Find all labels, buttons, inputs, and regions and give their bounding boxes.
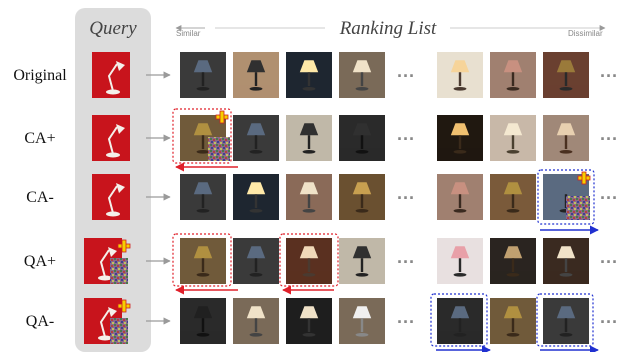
- query-thumbnail: [92, 115, 130, 161]
- ranked-image-2: [233, 52, 279, 98]
- ranked-image-4: [339, 238, 385, 284]
- ranked-image-1: [180, 238, 226, 284]
- query-thumbnail: [92, 174, 130, 220]
- ellipsis-end: ···: [600, 66, 618, 86]
- similar-label: Similar: [176, 29, 201, 38]
- ranked-image-4: [339, 52, 385, 98]
- noise-patch: [208, 137, 230, 161]
- ranked-image-6: [490, 174, 536, 220]
- ellipsis-end: ···: [600, 252, 618, 272]
- ellipsis-end: ···: [600, 312, 618, 332]
- ranked-image-1: [180, 298, 226, 344]
- ranked-image-3: [286, 174, 332, 220]
- ranked-image-5: [437, 174, 483, 220]
- ranked-image-6: [490, 115, 536, 161]
- ranked-image-6: [490, 298, 536, 344]
- ranked-image-6: [490, 52, 536, 98]
- row-label: CA-: [26, 189, 54, 206]
- row-label: QA-: [26, 313, 54, 330]
- row-label: CA+: [24, 130, 55, 147]
- row-label: QA+: [24, 253, 56, 270]
- ranked-image-2: [233, 115, 279, 161]
- ranked-image-7: [543, 115, 589, 161]
- dissimilar-label: Dissimilar: [568, 29, 603, 38]
- row-caplus: CA+ ··· ···: [24, 115, 618, 161]
- ranked-image-5: [437, 115, 483, 161]
- ellipsis: ···: [397, 188, 415, 208]
- row-original: Original ··· ···: [13, 52, 618, 98]
- ranked-image-6: [490, 238, 536, 284]
- ranked-image-5: [437, 238, 483, 284]
- ellipsis: ···: [397, 312, 415, 332]
- ranked-image-7: [543, 238, 589, 284]
- ellipsis-end: ···: [600, 188, 618, 208]
- ranked-image-4: [339, 115, 385, 161]
- query-thumbnail: [84, 298, 131, 344]
- query-header: Query: [89, 18, 137, 39]
- query-thumbnail: [92, 52, 130, 98]
- query-thumbnail: [84, 238, 131, 284]
- ranked-image-5: [437, 298, 483, 344]
- ellipsis: ···: [397, 252, 415, 272]
- ranked-image-2: [233, 298, 279, 344]
- row-qaplus: QA+ ··· ···: [24, 238, 618, 284]
- ranked-image-2: [233, 174, 279, 220]
- ranked-image-1: [180, 52, 226, 98]
- ranking-figure: Query Ranking List Similar Dissimilar Or…: [13, 8, 618, 352]
- noise-patch: [566, 196, 590, 220]
- ranked-image-3: [286, 52, 332, 98]
- ranked-image-7: [543, 298, 589, 344]
- ranking-list-header: Ranking List: [339, 18, 437, 39]
- ranked-image-5: [437, 52, 483, 98]
- ellipsis-end: ···: [600, 129, 618, 149]
- row-label: Original: [13, 67, 67, 84]
- ranked-image-3: [286, 115, 332, 161]
- ranked-image-7: [543, 52, 589, 98]
- row-qaminus: QA- ··· ···: [26, 298, 618, 344]
- ranked-image-1: [180, 174, 226, 220]
- row-caminus: CA- ··· ···: [26, 174, 618, 220]
- ranked-image-3: [286, 238, 332, 284]
- ranked-image-4: [339, 298, 385, 344]
- ranked-image-2: [233, 238, 279, 284]
- ranked-image-4: [339, 174, 385, 220]
- ranked-image-3: [286, 298, 332, 344]
- ellipsis: ···: [397, 66, 415, 86]
- ellipsis: ···: [397, 129, 415, 149]
